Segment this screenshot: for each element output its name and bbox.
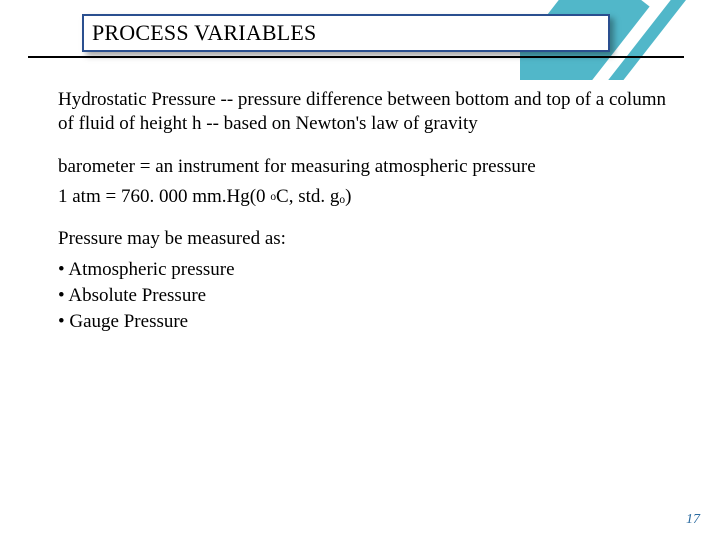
title-underline — [28, 56, 684, 58]
atm-text-prefix: 1 atm = 760. 000 mm.Hg(0 — [58, 186, 270, 207]
paragraph-atm: 1 atm = 760. 000 mm.Hg(0 oC, std. go) — [58, 185, 670, 209]
page-number: 17 — [686, 512, 700, 528]
page-title: PROCESS VARIABLES — [92, 20, 317, 46]
bullet-absolute: • Absolute Pressure — [58, 284, 670, 308]
atm-text-suffix: ) — [345, 186, 351, 207]
title-box: PROCESS VARIABLES — [82, 14, 610, 52]
bullet-atmospheric: • Atmospheric pressure — [58, 258, 670, 282]
atm-text-mid: C, std. g — [276, 186, 339, 207]
paragraph-barometer: barometer = an instrument for measuring … — [58, 155, 670, 179]
bullet-gauge: • Gauge Pressure — [58, 310, 670, 334]
body-content: Hydrostatic Pressure -- pressure differe… — [58, 88, 670, 335]
measured-intro: Pressure may be measured as: — [58, 227, 670, 251]
paragraph-hydrostatic: Hydrostatic Pressure -- pressure differe… — [58, 88, 670, 137]
